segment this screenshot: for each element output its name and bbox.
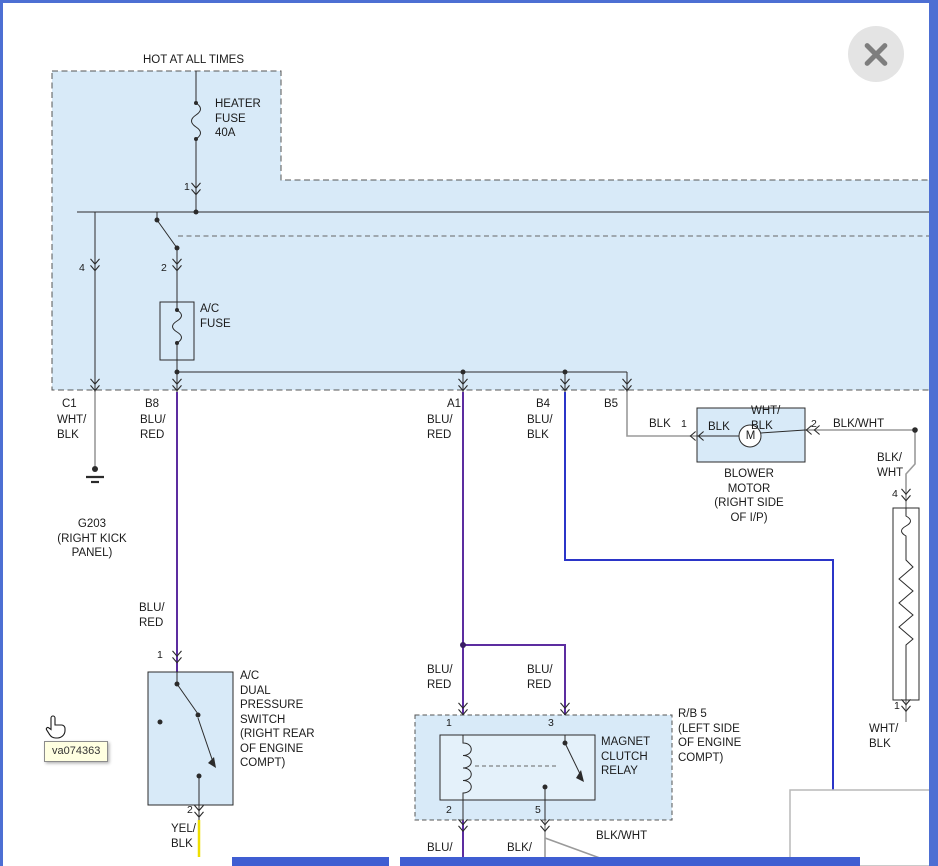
connector-b5: B5	[604, 397, 618, 412]
label-hot-at-all-times: HOT AT ALL TIMES	[143, 53, 244, 68]
wire-yel-blk-color: YEL/ BLK	[171, 822, 196, 851]
connector-b4: B4	[536, 397, 550, 412]
pin-relay-1: 1	[446, 716, 452, 731]
connector-b8: B8	[145, 397, 159, 412]
label-blower-motor: BLOWER MOTOR (RIGHT SIDE OF I/P)	[688, 467, 810, 525]
label-relay: MAGNET CLUTCH RELAY	[601, 735, 650, 779]
pin-pressure-switch-1: 1	[157, 648, 163, 663]
pin-resistor-4: 4	[892, 487, 898, 502]
ground-g203	[86, 466, 104, 482]
label-ground-g203: G203 (RIGHT KICK PANEL)	[42, 517, 142, 561]
wire-a1-color: BLU/ RED	[427, 413, 453, 442]
wire-relay3-color: BLU/ RED	[527, 663, 553, 692]
label-blower-wht-blk: WHT/ BLK	[751, 404, 780, 433]
wire-resistor-out-color: WHT/ BLK	[869, 722, 898, 751]
wire-relay5-out-color: BLK/	[507, 841, 532, 856]
pin-relay-3: 3	[548, 716, 554, 731]
pin-4: 4	[79, 261, 85, 276]
bottom-bar-segment	[400, 857, 860, 866]
window-border-top	[0, 0, 938, 3]
connector-a1: A1	[447, 397, 461, 412]
tooltip: va074363	[44, 741, 108, 762]
wire-relay1-color: BLU/ RED	[427, 663, 453, 692]
window-border-left	[0, 0, 3, 866]
wire-blk-wht-color: BLK/WHT	[596, 829, 647, 844]
pressure-switch	[148, 672, 233, 820]
pin-relay-2: 2	[446, 803, 452, 818]
bottom-bar-segment	[232, 857, 389, 866]
wire-blower-in-color: BLK	[649, 417, 671, 432]
connector-c1: C1	[62, 397, 77, 412]
fuse-box-region	[52, 71, 934, 390]
label-pressure-switch: A/C DUAL PRESSURE SWITCH (RIGHT REAR OF …	[240, 669, 315, 771]
label-ac-fuse: A/C FUSE	[200, 302, 231, 331]
pin-heater-fuse-1: 1	[184, 180, 190, 195]
pin-resistor-1: 1	[894, 699, 900, 714]
vertical-scrollbar[interactable]	[929, 0, 938, 866]
bottom-right-box	[790, 790, 936, 866]
label-heater-fuse: HEATER FUSE 40A	[215, 97, 261, 141]
pin-blower-1: 1	[681, 417, 687, 432]
wire-blower-out-color: BLK/WHT	[833, 417, 884, 432]
wire-resistor-in-color: BLK/ WHT	[877, 451, 903, 480]
pin-2: 2	[161, 261, 167, 276]
label-blower-blk: BLK	[708, 420, 730, 435]
diagram-viewer: HOT AT ALL TIMES HEATER FUSE 40A 1 4 2 A…	[0, 0, 938, 866]
wire-b8-color: BLU/ RED	[140, 413, 166, 442]
wire-relay2-out-color: BLU/	[427, 841, 453, 856]
pin-blower-2: 2	[811, 417, 817, 432]
wire-c1-color: WHT/ BLK	[57, 413, 86, 442]
pin-relay-5: 5	[535, 803, 541, 818]
wire-b8-color-2: BLU/ RED	[139, 601, 165, 630]
wire-b4-color: BLU/ BLK	[527, 413, 553, 442]
close-button[interactable]	[848, 26, 904, 82]
label-relay-location: R/B 5 (LEFT SIDE OF ENGINE COMPT)	[678, 707, 741, 765]
pin-pressure-switch-2: 2	[187, 803, 193, 818]
